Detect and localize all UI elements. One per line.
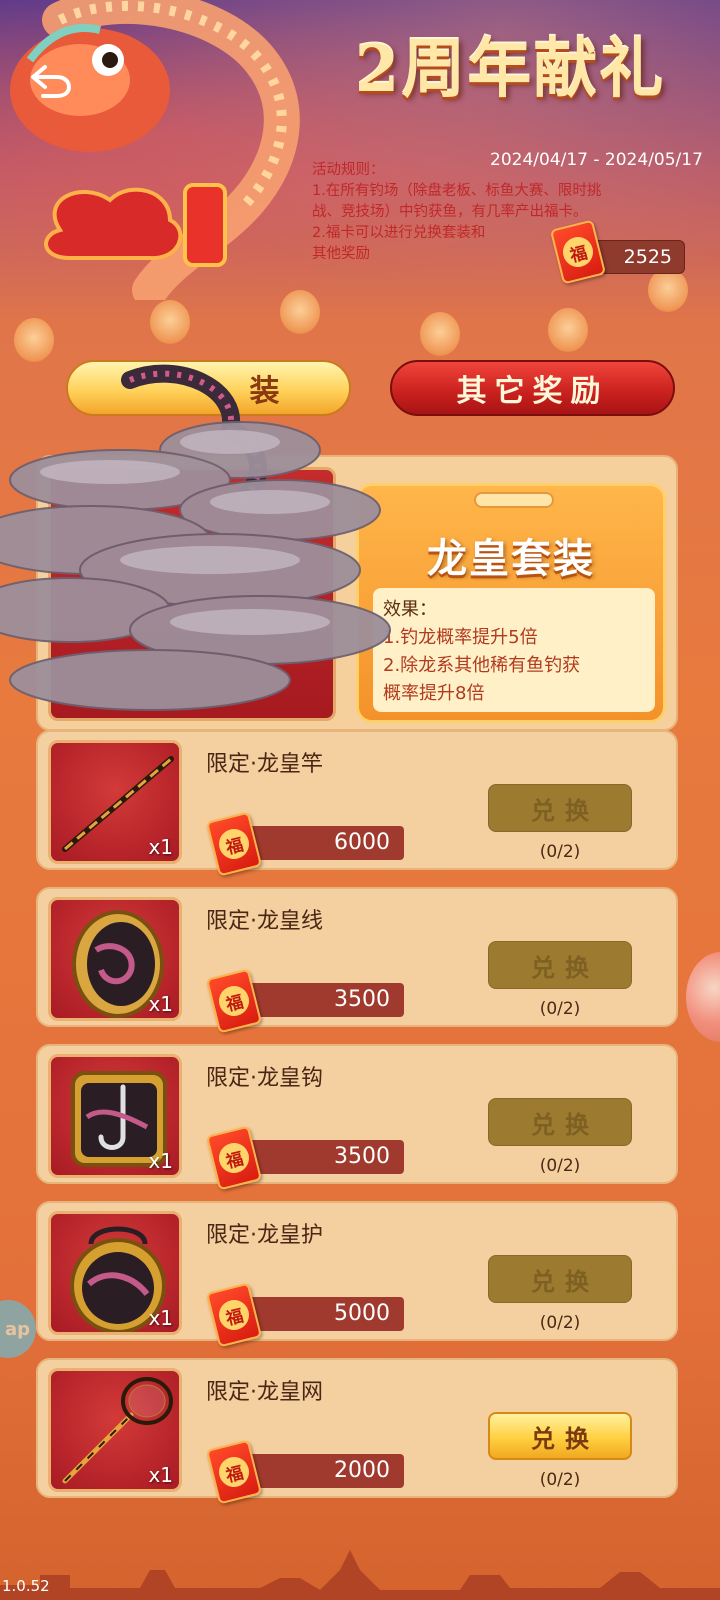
fu-glyph: 福 bbox=[215, 1139, 253, 1177]
fu-glyph: 福 bbox=[215, 1296, 253, 1334]
reward-item-row: x1 限定·龙皇线 3500 福 兑换 (0/2) bbox=[36, 887, 678, 1034]
rules-line: 活动规则： bbox=[312, 162, 385, 178]
effect-line: 1.钓龙概率提升5倍 bbox=[383, 627, 538, 648]
side-floating-tab[interactable]: ap bbox=[0, 1300, 36, 1358]
back-arrow-icon bbox=[31, 65, 72, 98]
rules-line: 战、竞技场）中钓获鱼，有几率产出福卡。 bbox=[312, 204, 588, 220]
page-title: 2周年献礼 bbox=[354, 32, 666, 107]
fu-card-icon: 福 bbox=[205, 1439, 263, 1505]
lantern-icon bbox=[420, 312, 460, 356]
effect-line: 2.除龙系其他稀有鱼钓获 bbox=[383, 655, 581, 676]
effect-heading: 效果： bbox=[383, 599, 437, 620]
reward-item-row: x1 限定·龙皇网 2000 福 兑换 (0/2) bbox=[36, 1358, 678, 1505]
redeem-count: (0/2) bbox=[539, 1470, 581, 1490]
redeem-button[interactable]: 兑换 bbox=[488, 784, 632, 832]
item-quantity: x1 bbox=[148, 992, 173, 1016]
redeem-button[interactable]: 兑换 bbox=[488, 941, 632, 989]
item-price-value: 6000 bbox=[334, 830, 390, 855]
lantern-icon bbox=[14, 318, 54, 362]
item-quantity: x1 bbox=[148, 1149, 173, 1173]
item-name: 限定·龙皇线 bbox=[206, 909, 323, 934]
fu-card-icon: 福 bbox=[205, 1282, 263, 1348]
redeem-button[interactable]: 兑换 bbox=[488, 1255, 632, 1303]
card-hanger bbox=[474, 492, 554, 508]
item-price-value: 5000 bbox=[334, 1301, 390, 1326]
tab-other-rewards-label: 其它奖励 bbox=[456, 374, 609, 409]
item-quantity: x1 bbox=[148, 1306, 173, 1330]
back-button[interactable] bbox=[22, 58, 80, 104]
floating-bubble[interactable] bbox=[686, 952, 720, 1042]
app-version: 1.0.52 bbox=[2, 1577, 50, 1595]
item-name: 限定·龙皇钩 bbox=[206, 1066, 323, 1091]
redeem-count: (0/2) bbox=[539, 842, 581, 862]
fu-glyph: 福 bbox=[215, 1453, 253, 1491]
item-name: 限定·龙皇护 bbox=[206, 1223, 323, 1248]
item-image: x1 bbox=[48, 740, 182, 864]
item-name: 限定·龙皇网 bbox=[206, 1380, 323, 1405]
fu-card-count: 2525 bbox=[623, 246, 672, 268]
redeem-button[interactable]: 兑换 bbox=[488, 1098, 632, 1146]
redeem-button[interactable]: 兑换 bbox=[488, 1412, 632, 1460]
effect-line: 概率提升8倍 bbox=[383, 683, 485, 704]
rules-line: 1.在所有钓场（除盘老板、标鱼大赛、限时挑 bbox=[312, 183, 602, 199]
fu-card-icon: 福 bbox=[205, 968, 263, 1034]
redeem-count: (0/2) bbox=[539, 1313, 581, 1333]
fu-glyph: 福 bbox=[215, 825, 253, 863]
dragon-head-illustration bbox=[10, 0, 300, 300]
city-skyline-silhouette bbox=[0, 1550, 720, 1600]
item-image: x1 bbox=[48, 1211, 182, 1335]
fu-glyph: 福 bbox=[559, 233, 597, 271]
item-quantity: x1 bbox=[148, 835, 173, 859]
lantern-icon bbox=[648, 268, 688, 312]
event-header: 2周年献礼 2024/04/17 - 2024/05/17 活动规则： 1.在所… bbox=[0, 0, 720, 362]
fu-glyph: 福 bbox=[215, 982, 253, 1020]
item-image: x1 bbox=[48, 897, 182, 1021]
reward-item-row: x1 限定·龙皇竿 6000 福 兑换 (0/2) bbox=[36, 730, 678, 877]
item-price-value: 3500 bbox=[334, 987, 390, 1012]
suit-preview-image bbox=[48, 467, 336, 721]
reward-item-row: x1 限定·龙皇钩 3500 福 兑换 (0/2) bbox=[36, 1044, 678, 1191]
item-image: x1 bbox=[48, 1368, 182, 1492]
redeem-count: (0/2) bbox=[539, 999, 581, 1019]
tab-suit-label: 装 bbox=[249, 374, 288, 409]
reward-item-row: x1 限定·龙皇护 5000 福 兑换 (0/2) bbox=[36, 1201, 678, 1348]
fu-card-icon: 福 bbox=[205, 811, 263, 877]
suit-name: 龙皇套装 bbox=[427, 535, 595, 582]
item-quantity: x1 bbox=[148, 1463, 173, 1487]
redeem-count: (0/2) bbox=[539, 1156, 581, 1176]
suit-info-card: 龙皇套装 效果： 1.钓龙概率提升5倍 2.除龙系其他稀有鱼钓获 概率提升8倍 bbox=[356, 483, 666, 723]
lantern-icon bbox=[150, 300, 190, 344]
item-name: 限定·龙皇竿 bbox=[206, 752, 323, 777]
lantern-icon bbox=[548, 308, 588, 352]
lantern-icon bbox=[280, 290, 320, 334]
suit-panel: 龙皇套装 效果： 1.钓龙概率提升5倍 2.除龙系其他稀有鱼钓获 概率提升8倍 bbox=[36, 455, 678, 731]
item-price-value: 2000 bbox=[334, 1458, 390, 1483]
item-price-value: 3500 bbox=[334, 1144, 390, 1169]
item-image: x1 bbox=[48, 1054, 182, 1178]
fu-card-icon: 福 bbox=[205, 1125, 263, 1191]
tab-other-rewards[interactable]: 其它奖励 bbox=[390, 360, 675, 416]
tab-suit[interactable]: 装 bbox=[66, 360, 351, 416]
suit-effects: 效果： 1.钓龙概率提升5倍 2.除龙系其他稀有鱼钓获 概率提升8倍 bbox=[373, 588, 655, 712]
